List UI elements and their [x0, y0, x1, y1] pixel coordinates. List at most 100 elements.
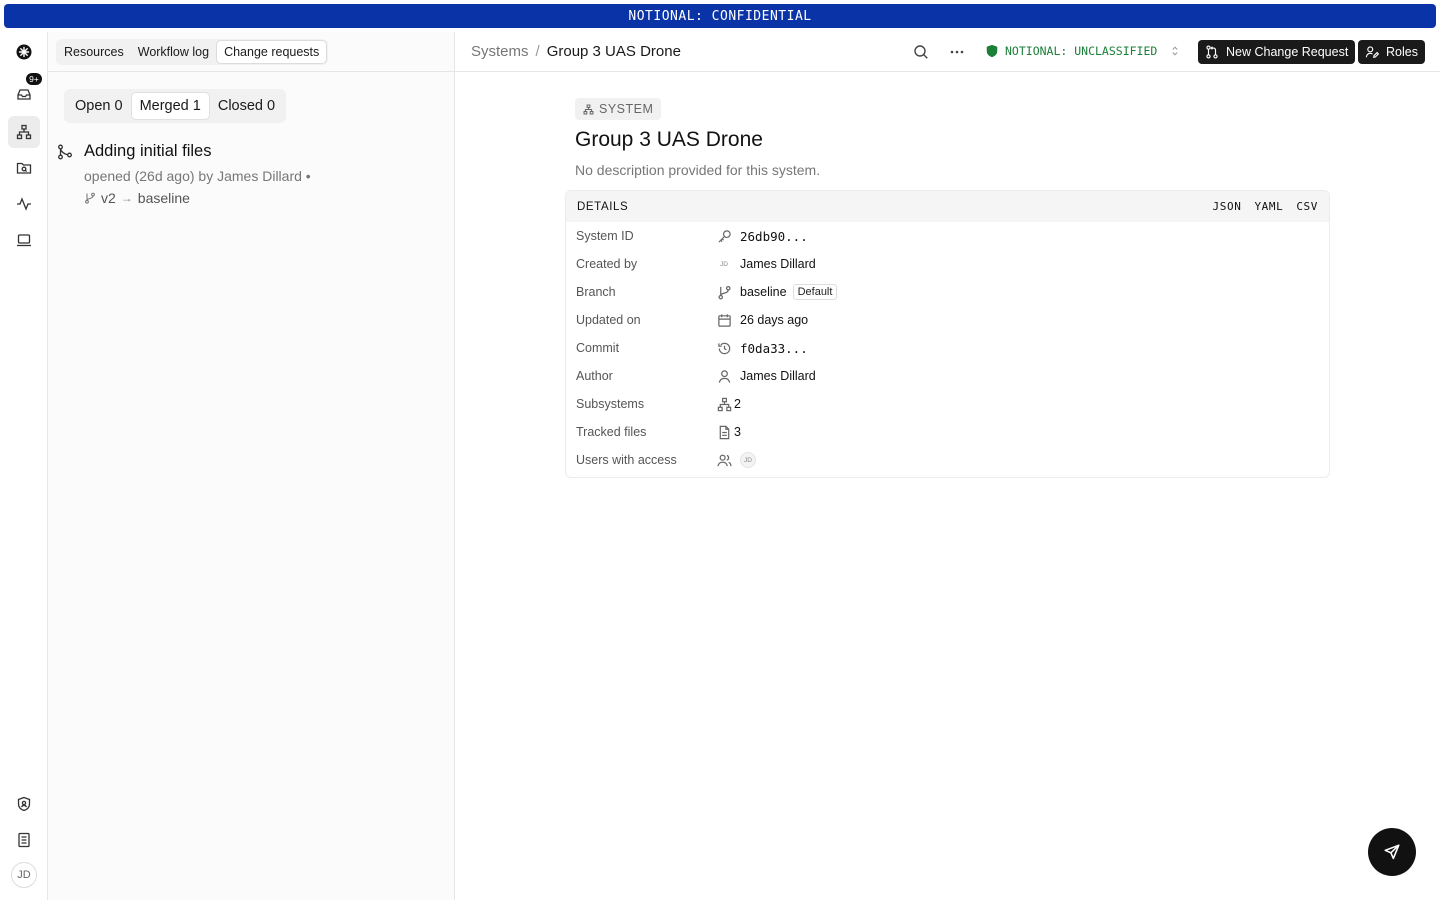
- panel-tabs: Resources Workflow log Change requests: [56, 39, 329, 65]
- calendar-icon: [716, 312, 732, 328]
- type-chip: SYSTEM: [575, 98, 662, 120]
- more-button[interactable]: [948, 43, 966, 61]
- user-edit-icon: [1365, 46, 1379, 58]
- pointer-fab-button[interactable]: [1368, 828, 1416, 876]
- branch-value[interactable]: baseline: [740, 285, 787, 299]
- left-panel: Resources Workflow log Change requests O…: [48, 32, 455, 900]
- details-heading: DETAILS: [577, 200, 629, 213]
- top-header: Systems / Group 3 UAS Drone NOTIONAL: UN…: [455, 32, 1440, 72]
- search-button[interactable]: [912, 43, 930, 61]
- change-request-branches: v2 → baseline: [84, 190, 190, 206]
- users-icon: [716, 452, 732, 468]
- starburst-logo-icon: [16, 44, 32, 60]
- detail-row-created-by: Created by JD James Dillard: [566, 250, 1329, 278]
- status-tab-closed[interactable]: Closed 0: [210, 92, 283, 120]
- detail-label: Branch: [576, 285, 616, 299]
- tab-resources[interactable]: Resources: [57, 40, 131, 64]
- export-yaml-button[interactable]: YAML: [1254, 200, 1283, 213]
- merge-icon: [58, 144, 72, 160]
- history-icon: [716, 340, 732, 356]
- status-filter: Open 0 Merged 1 Closed 0: [64, 89, 287, 123]
- laptop-icon: [17, 234, 31, 247]
- user-avatar[interactable]: JD: [11, 862, 37, 888]
- detail-label: Created by: [576, 257, 638, 271]
- detail-row-commit: Commit f0da33...: [566, 334, 1329, 362]
- branch-arrow: →: [120, 191, 133, 205]
- status-tab-open[interactable]: Open 0: [67, 92, 131, 120]
- change-request-title[interactable]: Adding initial files: [84, 142, 212, 161]
- branch-icon: [85, 192, 95, 204]
- author-value: James Dillard: [740, 369, 816, 383]
- detail-row-branch: Branch baseline Default: [566, 278, 1329, 306]
- rail-docs[interactable]: [8, 824, 40, 856]
- tracked-files-value[interactable]: 3: [734, 425, 741, 439]
- roles-button[interactable]: Roles: [1358, 40, 1425, 64]
- change-request-meta: opened (26d ago) by James Dillard •: [84, 168, 311, 184]
- new-change-request-label: New Change Request: [1226, 45, 1349, 59]
- page-description: No description provided for this system.: [575, 162, 821, 178]
- search-icon: [914, 45, 928, 59]
- key-icon: [716, 228, 732, 244]
- detail-label: Subsystems: [576, 397, 645, 411]
- export-csv-button[interactable]: CSV: [1296, 200, 1318, 213]
- rail-security[interactable]: [8, 788, 40, 820]
- tab-workflow-log[interactable]: Workflow log: [131, 40, 216, 64]
- status-tab-merged[interactable]: Merged 1: [130, 92, 210, 120]
- breadcrumb-separator: /: [535, 43, 540, 60]
- more-horizontal-icon: [950, 50, 964, 54]
- cursor-arrow-icon: [1384, 844, 1400, 860]
- commit-value[interactable]: f0da33...: [740, 341, 808, 356]
- detail-label: Users with access: [576, 453, 677, 467]
- roles-label: Roles: [1386, 45, 1418, 59]
- inbox-icon: [17, 89, 31, 100]
- access-user-avatar[interactable]: JD: [740, 452, 756, 468]
- detail-row-subsystems: Subsystems 2: [566, 390, 1329, 418]
- export-formats: JSON YAML CSV: [1213, 200, 1318, 213]
- classification-label: NOTIONAL: UNCLASSIFIED: [1005, 44, 1158, 58]
- detail-row-updated-on: Updated on 26 days ago: [566, 306, 1329, 334]
- folder-search-icon: [16, 162, 32, 174]
- system-id-value[interactable]: 26db90...: [740, 229, 808, 244]
- rail-notifications[interactable]: 9+: [8, 72, 43, 110]
- main-content: SYSTEM Group 3 UAS Drone No description …: [455, 72, 1440, 900]
- hierarchy-icon: [583, 104, 594, 114]
- detail-label: Tracked files: [576, 425, 647, 439]
- shield-icon: [986, 44, 998, 58]
- rail-activity[interactable]: [8, 188, 40, 220]
- detail-label: System ID: [576, 229, 634, 243]
- notifications-badge: 9+: [25, 72, 43, 86]
- export-json-button[interactable]: JSON: [1213, 200, 1242, 213]
- chevron-updown-icon: [1172, 46, 1178, 56]
- breadcrumb: Systems / Group 3 UAS Drone: [471, 43, 681, 60]
- rail-systems[interactable]: [8, 116, 40, 148]
- rail-files[interactable]: [8, 152, 40, 184]
- target-branch: baseline: [137, 190, 190, 206]
- new-change-request-button[interactable]: New Change Request: [1198, 40, 1356, 64]
- app-logo[interactable]: [8, 36, 40, 68]
- default-badge: Default: [792, 284, 838, 300]
- updated-on-value: 26 days ago: [740, 313, 809, 327]
- document-icon: [18, 832, 30, 848]
- users-with-access-value[interactable]: JD: [740, 452, 756, 468]
- page-title: Group 3 UAS Drone: [575, 128, 763, 151]
- breadcrumb-systems[interactable]: Systems: [471, 43, 529, 60]
- detail-row-tracked-files: Tracked files 3: [566, 418, 1329, 446]
- user-icon: [716, 368, 732, 384]
- detail-row-users-with-access: Users with access JD: [566, 446, 1329, 474]
- creator-avatar: JD: [720, 260, 728, 268]
- source-branch: v2: [101, 190, 116, 206]
- rail-devices[interactable]: [8, 224, 40, 256]
- detail-row-system-id: System ID 26db90...: [566, 222, 1329, 250]
- classification-banner: NOTIONAL: CONFIDENTIAL: [4, 4, 1436, 28]
- branch-icon: [716, 284, 732, 300]
- subsystems-value[interactable]: 2: [734, 397, 741, 411]
- branch-value-group: baseline Default: [740, 284, 838, 300]
- detail-label: Updated on: [576, 313, 641, 327]
- classification-selector[interactable]: NOTIONAL: UNCLASSIFIED: [985, 44, 1181, 58]
- tab-change-requests[interactable]: Change requests: [216, 40, 328, 64]
- activity-icon: [17, 197, 31, 211]
- detail-row-author: Author James Dillard: [566, 362, 1329, 390]
- detail-label: Author: [576, 369, 613, 383]
- banner-text: NOTIONAL: CONFIDENTIAL: [628, 8, 812, 24]
- details-card: DETAILS JSON YAML CSV System ID 26db90..…: [565, 190, 1330, 478]
